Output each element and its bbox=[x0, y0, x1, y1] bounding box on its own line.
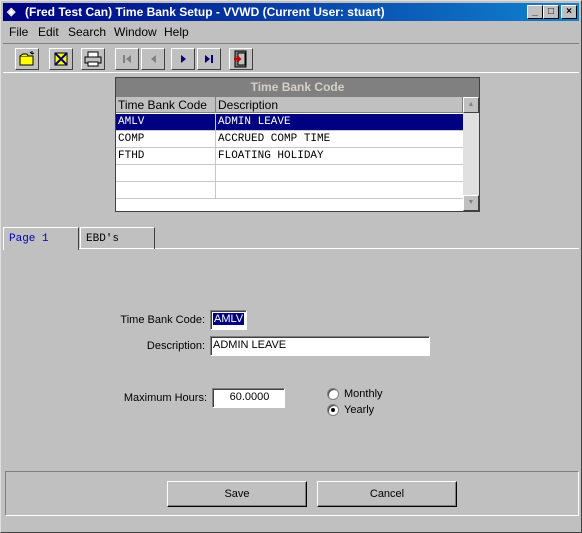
exit-icon bbox=[234, 50, 247, 68]
radio-button-selected[interactable] bbox=[327, 404, 339, 416]
previous-record-icon bbox=[151, 55, 156, 63]
empty-row[interactable] bbox=[116, 165, 463, 182]
cell-description: ACCRUED COMP TIME bbox=[218, 133, 331, 145]
grid-caption: Time Bank Code bbox=[116, 78, 479, 97]
app-icon: ◈ bbox=[7, 6, 16, 18]
delete-record-icon bbox=[54, 52, 68, 66]
tab-page-1[interactable]: Page 1 bbox=[3, 227, 79, 250]
grid-header: Time Bank Code Description bbox=[116, 97, 463, 113]
menu-bar: File Edit Search Window Help bbox=[3, 22, 579, 41]
toolbar bbox=[3, 43, 579, 73]
delete-record-button[interactable] bbox=[49, 48, 73, 70]
time-bank-setup-window: ◈ (Fred Test Can) Time Bank Setup - VVWD… bbox=[0, 0, 582, 533]
grid-body: AMLV ADMIN LEAVE COMP ACCRUED COMP TIME … bbox=[116, 114, 463, 199]
close-button[interactable]: × bbox=[561, 5, 577, 19]
save-button[interactable]: Save bbox=[167, 481, 307, 507]
next-record-button[interactable] bbox=[171, 48, 195, 70]
print-icon bbox=[84, 51, 102, 67]
print-button[interactable] bbox=[81, 48, 105, 70]
cell-description: ADMIN LEAVE bbox=[218, 116, 291, 128]
monthly-radio[interactable]: Monthly bbox=[327, 388, 383, 400]
menu-search[interactable]: Search bbox=[68, 25, 106, 39]
scroll-down-button[interactable]: ▼ bbox=[463, 195, 479, 211]
max-hours-field[interactable]: 60.0000 bbox=[212, 388, 285, 408]
column-header-code[interactable]: Time Bank Code bbox=[116, 97, 216, 113]
cancel-button[interactable]: Cancel bbox=[317, 481, 457, 507]
empty-cell bbox=[116, 165, 216, 181]
window-title: (Fred Test Can) Time Bank Setup - VVWD (… bbox=[25, 5, 385, 19]
last-record-button[interactable] bbox=[197, 48, 221, 70]
grid-scrollbar[interactable]: ▲ ▼ bbox=[463, 97, 479, 211]
empty-row[interactable] bbox=[116, 182, 463, 199]
new-record-button[interactable] bbox=[15, 48, 39, 70]
new-record-icon bbox=[19, 51, 35, 66]
tab-strip: Page 1 EBD's bbox=[3, 227, 579, 250]
yearly-label: Yearly bbox=[344, 404, 375, 416]
cell-description: FLOATING HOLIDAY bbox=[218, 150, 324, 162]
menu-file[interactable]: File bbox=[9, 25, 28, 39]
table-row[interactable]: COMP ACCRUED COMP TIME bbox=[116, 131, 463, 148]
next-record-icon bbox=[181, 55, 186, 63]
description-label: Description: bbox=[146, 340, 205, 352]
first-record-icon bbox=[123, 55, 131, 63]
menu-window[interactable]: Window bbox=[114, 25, 157, 39]
description-field[interactable]: ADMIN LEAVE bbox=[210, 336, 430, 356]
time-bank-code-label: Time Bank Code: bbox=[120, 314, 205, 326]
yearly-radio[interactable]: Yearly bbox=[327, 404, 374, 416]
scroll-up-button[interactable]: ▲ bbox=[463, 97, 479, 113]
first-record-button[interactable] bbox=[115, 48, 139, 70]
radio-button[interactable] bbox=[327, 388, 339, 400]
last-record-icon bbox=[205, 55, 213, 63]
time-bank-code-grid: Time Bank Code Time Bank Code Descriptio… bbox=[115, 77, 480, 212]
cell-code: AMLV bbox=[116, 114, 216, 130]
previous-record-button[interactable] bbox=[141, 48, 165, 70]
max-hours-label: Maximum Hours: bbox=[123, 392, 207, 404]
tab-ebds[interactable]: EBD's bbox=[80, 227, 155, 249]
table-row[interactable]: AMLV ADMIN LEAVE bbox=[116, 114, 463, 131]
cell-code: COMP bbox=[116, 131, 216, 147]
table-row[interactable]: FTHD FLOATING HOLIDAY bbox=[116, 148, 463, 165]
empty-cell bbox=[116, 182, 216, 198]
time-bank-code-field[interactable]: AMLV bbox=[210, 310, 247, 330]
menu-edit[interactable]: Edit bbox=[38, 25, 59, 39]
exit-button[interactable] bbox=[229, 48, 253, 70]
monthly-label: Monthly bbox=[344, 388, 383, 400]
title-bar[interactable]: ◈ (Fred Test Can) Time Bank Setup - VVWD… bbox=[3, 3, 579, 21]
cell-code: FTHD bbox=[116, 148, 216, 164]
menu-help[interactable]: Help bbox=[164, 25, 189, 39]
maximize-button[interactable]: □ bbox=[543, 5, 559, 19]
time-bank-code-value: AMLV bbox=[213, 313, 245, 325]
minimize-button[interactable]: _ bbox=[527, 5, 543, 19]
column-header-description[interactable]: Description bbox=[216, 97, 463, 113]
